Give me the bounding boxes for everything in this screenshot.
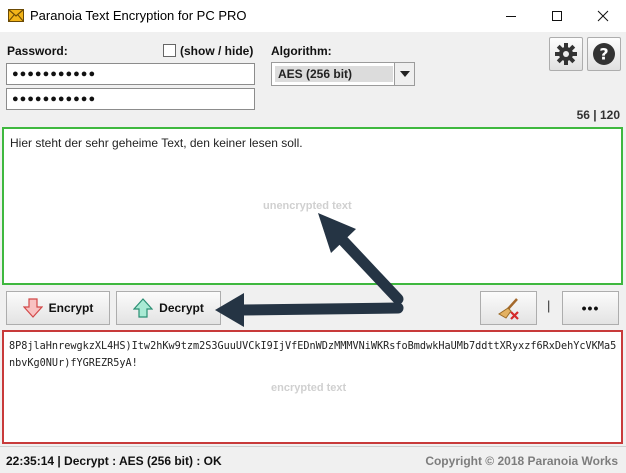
question-icon: ? bbox=[593, 43, 615, 65]
status-bar: 22:35:14 | Decrypt : AES (256 bit) : OK … bbox=[0, 446, 626, 473]
annotation-arrow-icon bbox=[215, 293, 404, 327]
status-message: 22:35:14 | Decrypt : AES (256 bit) : OK bbox=[6, 454, 222, 468]
character-counter: 56 | 120 bbox=[576, 108, 620, 122]
window-title: Paranoia Text Encryption for PC PRO bbox=[30, 8, 247, 23]
copyright-text: Copyright © 2018 Paranoia Works bbox=[425, 454, 618, 468]
ciphertext-area[interactable]: 8P8jlaHnrewgkzXL4HS)Itw2hKw9tzm2S3GuuUVC… bbox=[2, 330, 623, 444]
minimize-icon bbox=[506, 16, 516, 17]
envelope-icon bbox=[8, 9, 24, 22]
decrypt-label: Decrypt bbox=[159, 301, 204, 315]
arrow-up-icon bbox=[133, 298, 154, 318]
title-bar: Paranoia Text Encryption for PC PRO bbox=[0, 0, 626, 32]
encrypt-button[interactable]: Encrypt bbox=[6, 291, 110, 325]
gear-icon bbox=[555, 43, 577, 65]
settings-button[interactable] bbox=[549, 37, 583, 71]
password-field[interactable]: ●●●●●●●●●●● bbox=[6, 63, 255, 85]
plaintext-placeholder: unencrypted text bbox=[263, 200, 352, 212]
show-hide-checkbox[interactable] bbox=[163, 44, 176, 57]
arrow-down-icon bbox=[22, 298, 43, 318]
clear-button[interactable] bbox=[480, 291, 537, 325]
password-confirm-field[interactable]: ●●●●●●●●●●● bbox=[6, 88, 255, 110]
show-hide-label[interactable]: (show / hide) bbox=[180, 44, 253, 58]
algorithm-selected-value: AES (256 bit) bbox=[275, 66, 393, 82]
help-button[interactable]: ? bbox=[587, 37, 621, 71]
close-button[interactable] bbox=[580, 0, 626, 32]
plaintext-area[interactable]: Hier steht der sehr geheime Text, den ke… bbox=[2, 127, 623, 285]
more-icon: ••• bbox=[581, 300, 600, 316]
decrypt-button[interactable]: Decrypt bbox=[116, 291, 221, 325]
broom-icon bbox=[497, 298, 519, 320]
plaintext-content: Hier steht der sehr geheime Text, den ke… bbox=[10, 136, 303, 150]
toolbar-separator: | bbox=[547, 298, 551, 313]
maximize-icon bbox=[552, 11, 562, 21]
maximize-button[interactable] bbox=[534, 0, 580, 32]
ciphertext-placeholder: encrypted text bbox=[271, 382, 347, 394]
svg-text:?: ? bbox=[599, 45, 608, 64]
encrypt-label: Encrypt bbox=[48, 301, 94, 315]
password-label: Password: bbox=[7, 44, 68, 58]
algorithm-select[interactable]: AES (256 bit) bbox=[271, 62, 415, 86]
minimize-button[interactable] bbox=[488, 0, 534, 32]
chevron-down-icon[interactable] bbox=[394, 63, 414, 85]
algorithm-label: Algorithm: bbox=[271, 44, 332, 58]
ciphertext-content: 8P8jlaHnrewgkzXL4HS)Itw2hKw9tzm2S3GuuUVC… bbox=[9, 341, 617, 369]
more-button[interactable]: ••• bbox=[562, 291, 619, 325]
close-icon bbox=[597, 10, 609, 22]
